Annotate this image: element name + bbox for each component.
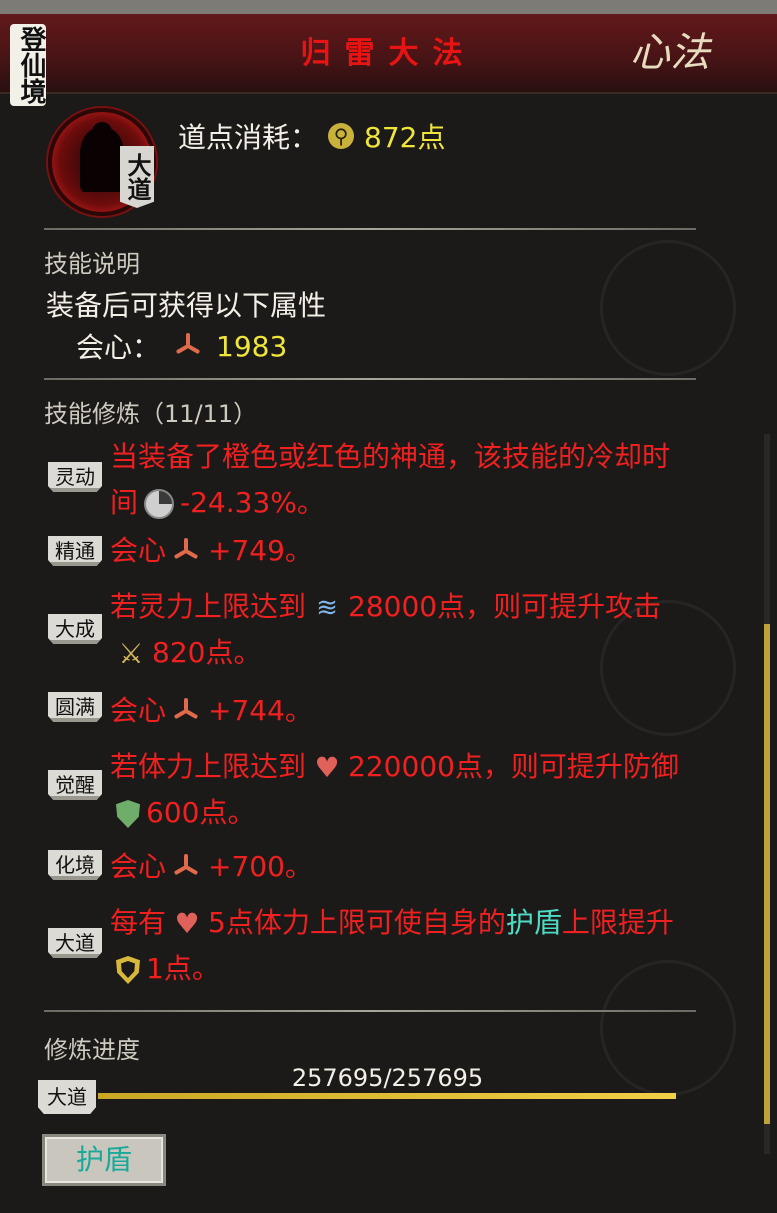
badge-juexing: 觉醒 — [48, 770, 102, 800]
crit-icon — [174, 332, 202, 360]
effect-line: 每有 ♥ 5点体力上限可使自身的护盾上限提升 — [110, 900, 762, 946]
shield-keyword: 护盾 — [505, 906, 562, 939]
badge-huajing: 化境 — [48, 850, 102, 880]
crit-icon — [172, 853, 202, 883]
skill-desc-text: 装备后可获得以下属性 — [46, 289, 327, 322]
effect-line: 600点。 — [110, 790, 762, 836]
effect-value: 1点。 — [146, 952, 220, 985]
effect-text: 会心 — [110, 534, 167, 567]
skill-desc-title: 技能说明 — [44, 250, 140, 278]
effect-huajing: 会心 +700。 — [110, 844, 762, 890]
green-shield-icon — [116, 800, 140, 828]
effect-text: 28000点，则可提升攻击 — [348, 590, 662, 623]
effect-line: 间 -24.33%。 — [110, 480, 762, 526]
effect-line: 1点。 — [110, 946, 762, 992]
cost-label: 道点消耗： — [178, 121, 319, 154]
effect-line: ⚔ 820点。 — [110, 630, 762, 676]
effect-juexing: 若体力上限达到 ♥ 220000点，则可提升防御 600点。 — [110, 744, 762, 836]
cost-value: 872点 — [364, 121, 446, 154]
effect-value: 600点。 — [146, 796, 256, 829]
title-bar: 归雷大法 心法 — [0, 0, 777, 94]
effect-dacheng: 若灵力上限达到 ≋ 28000点，则可提升攻击 ⚔ 820点。 — [110, 584, 762, 676]
effect-yuanman: 会心 +744。 — [110, 688, 762, 734]
effect-text: 会心 — [110, 850, 167, 883]
badge-dacheng: 大成 — [48, 614, 102, 644]
progress-bar — [98, 1093, 676, 1099]
skill-detail-panel: 归雷大法 心法 登仙境 大道 道点消耗： ⚲ 872点 技能说明 装备后可获得以… — [0, 0, 777, 1213]
dao-point-icon: ⚲ — [328, 123, 355, 149]
effect-value: 820点。 — [152, 636, 262, 669]
effect-dadao: 每有 ♥ 5点体力上限可使自身的护盾上限提升 1点。 — [110, 900, 762, 992]
badge-lingdong: 灵动 — [48, 462, 102, 492]
effect-text: 上限提升 — [561, 906, 674, 939]
badge-jingtong: 精通 — [48, 536, 102, 566]
badge-dadao: 大道 — [48, 928, 102, 958]
effect-value: +700。 — [208, 850, 313, 883]
crossed-swords-icon: ⚔ — [118, 637, 144, 670]
gold-shield-icon — [116, 956, 140, 984]
effect-text: 间 — [110, 486, 139, 519]
effect-line: 当装备了橙色或红色的神通，该技能的冷却时 — [110, 440, 671, 473]
bg-decoration — [600, 240, 736, 376]
xinfa-calligraphy: 心法 — [630, 30, 710, 76]
effect-jingtong: 会心 +749。 — [110, 528, 762, 574]
refine-title: 技能修炼（11/11） — [44, 400, 258, 428]
cooldown-clock-icon — [144, 489, 175, 519]
effect-text: 5点体力上限可使自身的 — [208, 906, 506, 939]
crit-icon — [172, 537, 202, 567]
effect-lingdong: 当装备了橙色或红色的神通，该技能的冷却时 间 -24.33%。 — [110, 434, 762, 526]
progress-text: 257695/257695 — [291, 1064, 484, 1092]
progress-title: 修炼进度 — [44, 1036, 140, 1064]
cost-row: 道点消耗： ⚲ 872点 — [178, 116, 445, 156]
effect-text: 每有 — [110, 906, 167, 939]
divider — [44, 1010, 696, 1012]
crit-value: 1983 — [216, 329, 288, 363]
progress-grade-tag: 大道 — [38, 1080, 96, 1114]
effect-text: 若灵力上限达到 — [110, 590, 307, 623]
effect-value: +749。 — [208, 534, 313, 567]
effect-text: 会心 — [110, 694, 167, 727]
progress-fill — [98, 1093, 676, 1099]
grade-tag: 大道 — [120, 146, 154, 208]
heart-icon: ♥ — [174, 907, 200, 940]
title-bar-edge — [0, 0, 777, 14]
heart-icon: ♥ — [314, 751, 340, 784]
crit-attribute: 会心： 1983 — [76, 326, 287, 366]
spirit-power-icon: ≋ — [316, 593, 338, 623]
effect-value: +744。 — [208, 694, 313, 727]
divider — [44, 228, 696, 230]
crit-label: 会心： — [76, 331, 161, 364]
effect-line: 若体力上限达到 ♥ 220000点，则可提升防御 — [110, 744, 762, 790]
effect-text: 220000点，则可提升防御 — [348, 750, 679, 783]
shield-button[interactable]: 护盾 — [42, 1134, 166, 1186]
effect-text: 若体力上限达到 — [110, 750, 307, 783]
effect-line: 若灵力上限达到 ≋ 28000点，则可提升攻击 — [110, 584, 762, 630]
scrollbar-thumb[interactable] — [764, 624, 770, 1124]
effect-value: -24.33%。 — [180, 486, 325, 519]
badge-yuanman: 圆满 — [48, 692, 102, 722]
crit-icon — [172, 697, 202, 727]
realm-tag: 登仙境 — [10, 24, 46, 106]
divider — [44, 378, 696, 380]
